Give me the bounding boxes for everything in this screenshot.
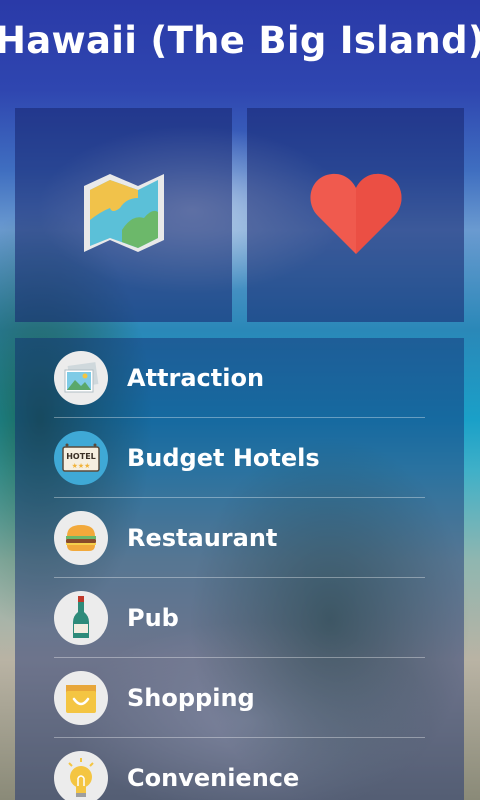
menu-item-restaurant[interactable]: Restaurant — [54, 498, 425, 578]
menu-item-label: Budget Hotels — [127, 444, 320, 472]
burger-icon — [54, 511, 108, 565]
shopping-bag-icon — [54, 671, 108, 725]
app-header: Hawaii (The Big Island) — [0, 0, 480, 90]
favorites-tile[interactable] — [247, 108, 464, 322]
svg-text:HOTEL: HOTEL — [66, 452, 96, 461]
page-title: Hawaii (The Big Island) — [0, 18, 480, 62]
hotel-sign-icon: HOTEL ★★★ — [54, 431, 108, 485]
menu-item-label: Restaurant — [127, 524, 278, 552]
photo-icon — [54, 351, 108, 405]
menu-item-attraction[interactable]: Attraction — [54, 338, 425, 418]
wine-bottle-icon — [54, 591, 108, 645]
category-menu: Attraction HOTEL ★★★ Budget Hotels Resta… — [15, 338, 464, 800]
menu-item-label: Pub — [127, 604, 179, 632]
lightbulb-icon — [54, 751, 108, 800]
menu-item-label: Convenience — [127, 764, 300, 792]
menu-item-shopping[interactable]: Shopping — [54, 658, 425, 738]
heart-icon — [308, 170, 404, 260]
menu-item-pub[interactable]: Pub — [54, 578, 425, 658]
menu-item-label: Shopping — [127, 684, 255, 712]
menu-item-label: Attraction — [127, 364, 265, 392]
menu-item-budget-hotels[interactable]: HOTEL ★★★ Budget Hotels — [54, 418, 425, 498]
map-tile[interactable] — [15, 108, 232, 322]
menu-item-convenience[interactable]: Convenience — [54, 738, 425, 800]
svg-text:★★★: ★★★ — [72, 462, 91, 470]
map-icon — [82, 168, 166, 262]
